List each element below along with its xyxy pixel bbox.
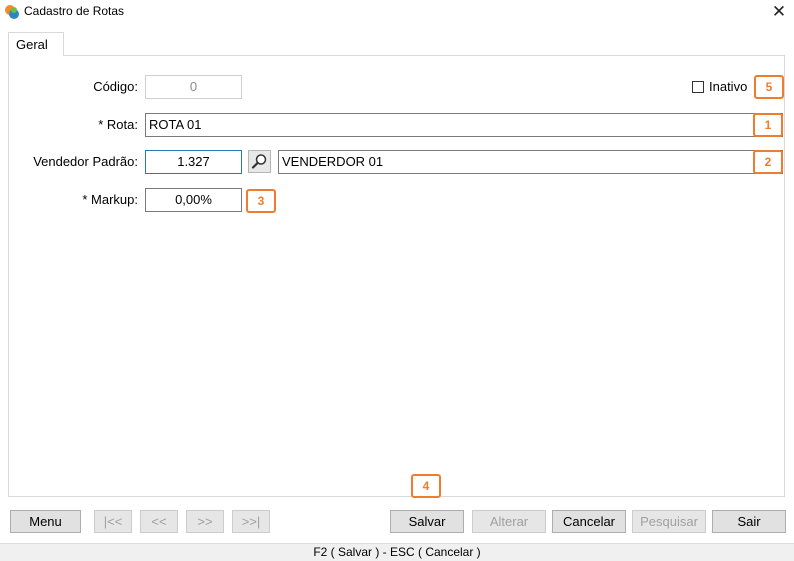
cancelar-button[interactable]: Cancelar <box>552 510 626 533</box>
status-bar: F2 ( Salvar ) - ESC ( Cancelar ) <box>0 543 794 561</box>
salvar-button[interactable]: Salvar <box>390 510 464 533</box>
tab-geral[interactable]: Geral <box>8 32 64 56</box>
close-icon: ✕ <box>771 2 787 21</box>
title-bar: Cadastro de Rotas ✕ <box>0 0 794 24</box>
window-title: Cadastro de Rotas <box>24 4 125 18</box>
markup-label: * Markup: <box>82 192 138 207</box>
app-logo-icon <box>5 5 19 19</box>
inativo-label[interactable]: Inativo <box>709 79 747 94</box>
codigo-field: 0 <box>145 75 242 99</box>
vendedor-label: Vendedor Padrão: <box>33 154 138 169</box>
next-record-button[interactable]: >> <box>186 510 224 533</box>
callout-2: 2 <box>753 150 783 174</box>
codigo-label: Código: <box>93 79 138 94</box>
shortcut-hint: F2 ( Salvar ) - ESC ( Cancelar ) <box>313 545 481 559</box>
callout-5: 5 <box>754 75 784 99</box>
rota-label: * Rota: <box>98 117 138 132</box>
inativo-checkbox[interactable] <box>692 81 704 93</box>
vendedor-name-field[interactable]: VENDERDOR 01 <box>278 150 783 174</box>
sair-button[interactable]: Sair <box>712 510 786 533</box>
first-record-button[interactable]: |<< <box>94 510 132 533</box>
menu-button[interactable]: Menu <box>10 510 81 533</box>
markup-field[interactable]: 0,00% <box>145 188 242 212</box>
rota-field[interactable]: ROTA 01 <box>145 113 783 137</box>
callout-1: 1 <box>753 113 783 137</box>
previous-record-button[interactable]: << <box>140 510 178 533</box>
callout-4: 4 <box>411 474 441 498</box>
last-record-button[interactable]: >>| <box>232 510 270 533</box>
callout-3: 3 <box>246 189 276 213</box>
vendedor-search-button[interactable] <box>248 150 271 173</box>
pesquisar-button[interactable]: Pesquisar <box>632 510 706 533</box>
magnifier-icon <box>251 154 267 169</box>
tab-geral-label: Geral <box>16 37 48 52</box>
vendedor-code-field[interactable]: 1.327 <box>145 150 242 174</box>
close-button[interactable]: ✕ <box>764 0 794 24</box>
alterar-button[interactable]: Alterar <box>472 510 546 533</box>
